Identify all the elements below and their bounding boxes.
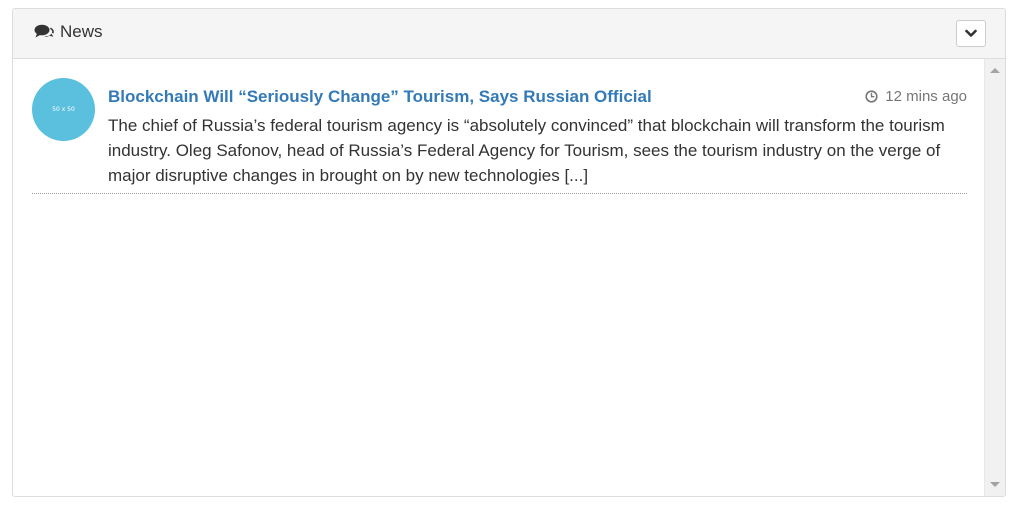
news-time-label: 12 mins ago xyxy=(885,88,967,105)
chevron-down-icon xyxy=(965,25,977,43)
vertical-scrollbar[interactable] xyxy=(984,59,1005,496)
comments-icon xyxy=(34,24,54,40)
panel-title-label: News xyxy=(60,22,103,41)
news-panel: News 50 x 50 Blockchain Will “Seriously … xyxy=(12,8,1006,497)
news-timestamp: 12 mins ago xyxy=(865,88,967,105)
news-item: 50 x 50 Blockchain Will “Seriously Chang… xyxy=(32,75,967,194)
thumbnail-placeholder-text: 50 x 50 xyxy=(52,106,75,113)
panel-title: News xyxy=(34,22,103,42)
clock-icon xyxy=(865,90,878,103)
scroll-up-arrow-icon[interactable] xyxy=(990,68,1000,73)
news-summary: The chief of Russia’s federal tourism ag… xyxy=(108,116,945,185)
panel-body: 50 x 50 Blockchain Will “Seriously Chang… xyxy=(13,59,1005,496)
news-list: 50 x 50 Blockchain Will “Seriously Chang… xyxy=(13,59,984,496)
scroll-down-arrow-icon[interactable] xyxy=(990,482,1000,487)
collapse-button[interactable] xyxy=(956,20,986,47)
news-thumbnail: 50 x 50 xyxy=(32,78,95,141)
panel-heading: News xyxy=(13,9,1005,59)
news-title-link[interactable]: Blockchain Will “Seriously Change” Touri… xyxy=(108,87,652,107)
